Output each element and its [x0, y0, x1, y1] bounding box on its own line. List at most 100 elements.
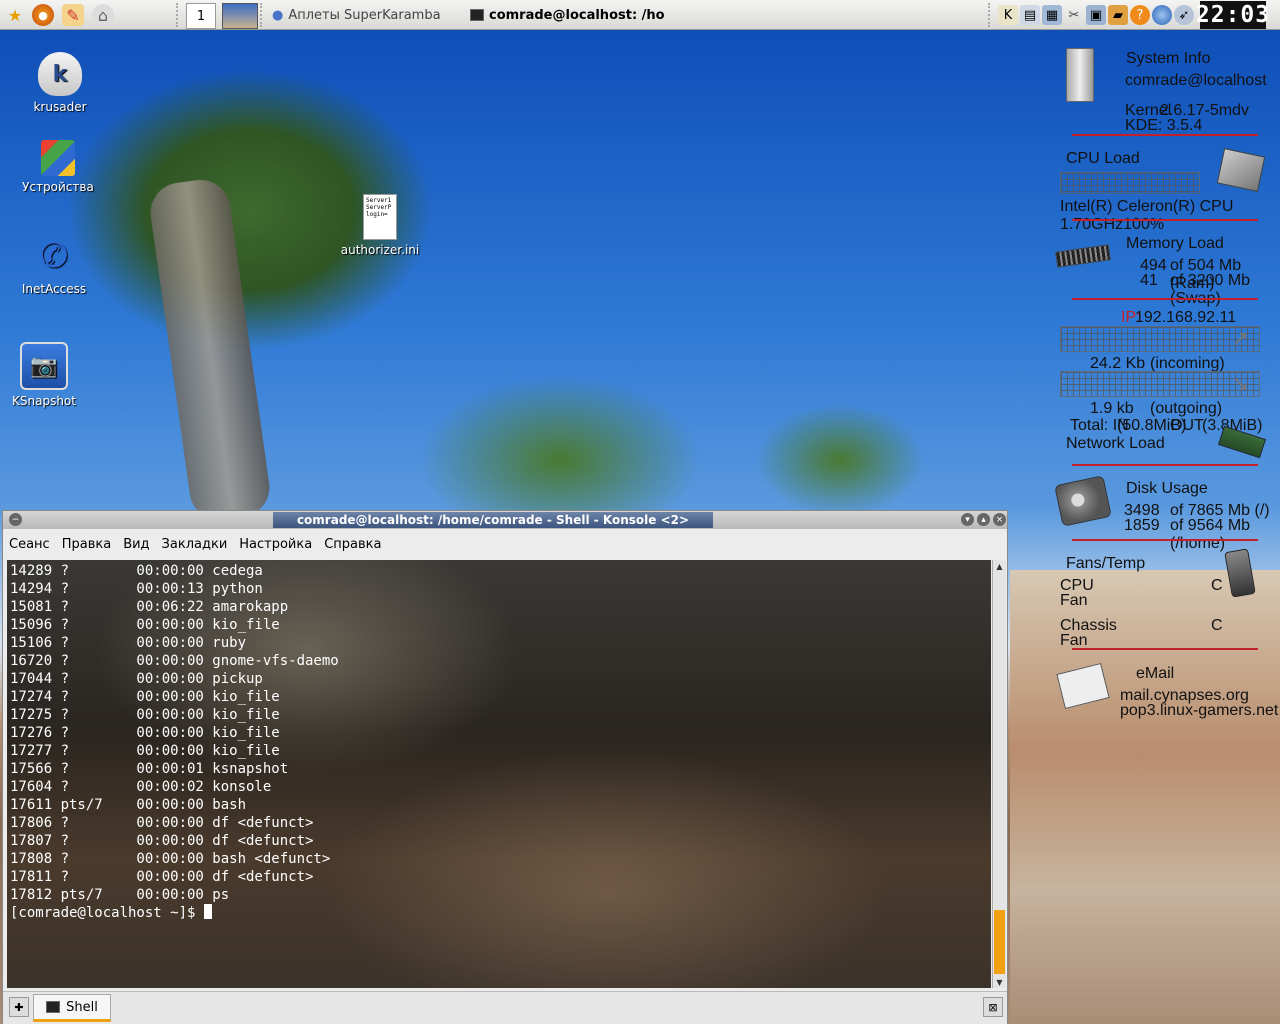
terminal-line: 17807 ? 00:00:00 df <defunct>: [10, 833, 314, 849]
terminal-line: 16720 ? 00:00:00 gnome-vfs-daemo: [10, 653, 339, 669]
email-server-2: pop3.linux-gamers.net: [1120, 702, 1279, 719]
network-icon[interactable]: ▦: [1042, 5, 1062, 25]
disk-home-used: 1859: [1124, 517, 1160, 534]
terminal-line: 15081 ? 00:06:22 amarokapp: [10, 599, 289, 615]
shell-prompt: [comrade@localhost ~]$: [10, 905, 204, 921]
terminal-line: 17274 ? 00:00:00 kio_file: [10, 689, 280, 705]
terminal-line: 17806 ? 00:00:00 df <defunct>: [10, 815, 314, 831]
text-cursor: [203, 904, 212, 919]
menu-bookmarks[interactable]: Закладки: [156, 537, 234, 552]
terminal-line: 15106 ? 00:00:00 ruby: [10, 635, 247, 651]
desktop-icon-inetaccess[interactable]: ✆ InetAccess: [4, 234, 104, 296]
network-load-title: Network Load: [1066, 435, 1165, 452]
computer-icon: [1066, 48, 1094, 102]
terminal-area[interactable]: 14289 ? 00:00:00 cedega 14294 ? 00:00:13…: [7, 560, 991, 988]
close-session-icon[interactable]: ⊠: [983, 997, 1003, 1017]
superkaramba-icon: ●: [272, 7, 284, 23]
menu-session[interactable]: Сеанс: [3, 537, 56, 552]
arrow-up-right-icon: ↗: [1232, 328, 1249, 350]
help-icon[interactable]: ?: [1130, 5, 1150, 25]
menu-settings[interactable]: Настройка: [233, 537, 318, 552]
wallpaper-tree: [146, 176, 274, 524]
ini-file-icon: Server1 ServerP login=: [363, 194, 397, 240]
divider: [1072, 134, 1258, 136]
session-tab-bar: ✚ Shell ⊠: [3, 991, 1007, 1024]
window-title: comrade@localhost: /home/comrade - Shell…: [273, 512, 713, 528]
arrow-down-right-icon: ↘: [1232, 373, 1249, 395]
firefox-icon[interactable]: ●: [32, 4, 54, 26]
minimize-icon[interactable]: ▾: [961, 513, 974, 526]
desktop-icon-authorizer[interactable]: Server1 ServerP login= authorizer.ini: [330, 194, 430, 257]
globe-icon[interactable]: [1152, 5, 1172, 25]
ip-address: 192.168.92.11: [1135, 309, 1237, 326]
clock[interactable]: 22:03: [1196, 1, 1269, 29]
wallpaper-canyon: [1010, 570, 1280, 1024]
new-session-icon[interactable]: ✚: [9, 997, 29, 1017]
desktop-icon-devices[interactable]: Устройства: [8, 140, 108, 194]
terminal-line: 15096 ? 00:00:00 kio_file: [10, 617, 280, 633]
memory-load-title: Memory Load: [1126, 235, 1224, 252]
maximize-icon[interactable]: ▴: [977, 513, 990, 526]
home-icon[interactable]: ⌂: [92, 4, 114, 26]
devices-icon: [41, 140, 75, 176]
terminal-line: 17811 ? 00:00:00 df <defunct>: [10, 869, 314, 885]
desktop-icon-label: authorizer.ini: [340, 243, 420, 257]
terminal-line: 17808 ? 00:00:00 bash <defunct>: [10, 851, 331, 867]
star-icon[interactable]: ★: [4, 4, 26, 26]
menu-help[interactable]: Справка: [318, 537, 387, 552]
divider: [1072, 219, 1258, 221]
terminal-line: 17604 ? 00:00:02 konsole: [10, 779, 272, 795]
pager-desktop-1[interactable]: 1: [186, 3, 216, 29]
desktop-icon-label: Устройства: [22, 180, 94, 194]
panel-separator: [260, 3, 268, 27]
chassis-temp-unit: C: [1211, 617, 1223, 634]
display-icon[interactable]: ▣: [1086, 5, 1106, 25]
menu-view[interactable]: Вид: [117, 537, 155, 552]
scroll-down-icon[interactable]: ▼: [993, 976, 1006, 988]
terminal-line: 17566 ? 00:00:01 ksnapshot: [10, 761, 289, 777]
rocket-icon[interactable]: ➶: [1174, 5, 1194, 25]
close-icon[interactable]: ×: [993, 513, 1006, 526]
desktop-icon-ksnapshot[interactable]: 📷 KSnapshot: [0, 342, 94, 408]
outgoing-value: 1.9 kb: [1090, 400, 1134, 417]
clipboard-icon[interactable]: ▤: [1020, 5, 1040, 25]
terminal-line: 14289 ? 00:00:00 cedega: [10, 563, 263, 579]
desktop-icon-label: InetAccess: [21, 282, 87, 296]
keyboard-layout-icon[interactable]: K: [998, 5, 1018, 25]
cpu-temp-unit: C: [1211, 577, 1223, 594]
tab-shell[interactable]: Shell: [33, 994, 111, 1022]
task-superkaramba[interactable]: ● Аплеты SuperKaramba: [272, 4, 452, 26]
system-info-title: System Info: [1126, 50, 1211, 67]
scrollbar-thumb[interactable]: [994, 910, 1005, 974]
writer-icon[interactable]: ✎: [62, 4, 84, 26]
swap-used: 41: [1140, 272, 1158, 289]
pager-desktop-2[interactable]: [222, 3, 258, 29]
cpu-load-title: CPU Load: [1066, 150, 1140, 167]
task-label: Аплеты SuperKaramba: [288, 7, 441, 23]
menu-edit[interactable]: Правка: [56, 537, 117, 552]
terminal-line: 17044 ? 00:00:00 pickup: [10, 671, 263, 687]
kde-version: KDE: 3.5.4: [1125, 117, 1203, 134]
folder-icon[interactable]: ▰: [1108, 5, 1128, 25]
krusader-icon: k: [38, 52, 82, 96]
divider: [1072, 648, 1258, 650]
cpu-fan-sub: Fan: [1060, 592, 1088, 609]
scroll-up-icon[interactable]: ▲: [993, 560, 1006, 572]
task-konsole[interactable]: comrade@localhost: /ho: [470, 4, 666, 26]
email-title: eMail: [1136, 665, 1175, 682]
terminal-line: 17812 pts/7 00:00:00 ps: [10, 887, 230, 903]
konsole-window[interactable]: − comrade@localhost: /home/comrade - She…: [2, 510, 1008, 1024]
tools-icon[interactable]: ✂: [1064, 5, 1084, 25]
terminal-prompt-line[interactable]: [comrade@localhost ~]$: [10, 904, 991, 922]
terminal-icon: [470, 9, 484, 21]
window-menu-icon[interactable]: −: [9, 513, 22, 526]
disk-home-total: of 9564 Mb (/home): [1170, 517, 1251, 552]
terminal-scrollbar[interactable]: ▲ ▼: [992, 560, 1006, 988]
phone-icon: ✆: [39, 236, 69, 276]
desktop-icon-krusader[interactable]: k krusader: [10, 52, 110, 114]
divider: [1072, 464, 1258, 466]
terminal-icon: [46, 1001, 61, 1013]
fans-temp-title: Fans/Temp: [1066, 555, 1146, 572]
window-titlebar[interactable]: − comrade@localhost: /home/comrade - She…: [3, 511, 1007, 529]
divider: [1072, 298, 1258, 300]
